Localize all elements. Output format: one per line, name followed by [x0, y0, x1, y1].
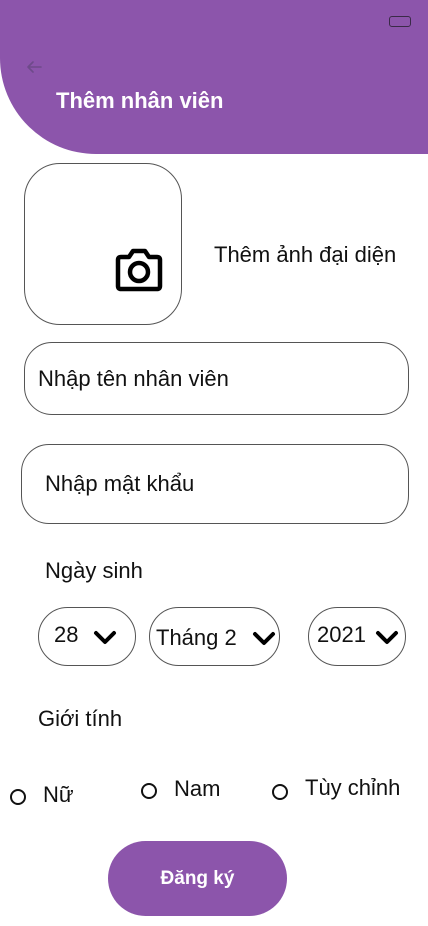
gender-option-custom[interactable]: Tùy chỉnh — [305, 775, 400, 801]
page-title: Thêm nhân viên — [56, 88, 224, 113]
month-select[interactable]: Tháng 2 — [149, 607, 280, 666]
dob-label: Ngày sinh — [45, 558, 143, 583]
password-input[interactable] — [45, 471, 408, 497]
back-button[interactable] — [24, 58, 44, 76]
gender-radio-custom[interactable] — [272, 784, 288, 800]
employee-name-field[interactable] — [24, 342, 409, 415]
year-value: 2021 — [317, 622, 366, 647]
avatar-label: Thêm ảnh đại diện — [214, 242, 397, 267]
avatar-upload[interactable] — [24, 163, 182, 325]
register-button[interactable]: Đăng ký — [108, 841, 287, 916]
day-select[interactable]: 28 — [38, 607, 136, 666]
gender-label: Giới tính — [38, 706, 123, 731]
gender-radio-female[interactable] — [10, 789, 26, 805]
camera-icon — [115, 248, 163, 292]
chevron-down-icon — [376, 631, 398, 644]
day-value: 28 — [54, 622, 79, 647]
header: Thêm nhân viên — [0, 0, 428, 154]
gender-radio-male[interactable] — [141, 783, 157, 799]
year-select[interactable]: 2021 — [308, 607, 406, 666]
gender-option-male[interactable]: Nam — [174, 776, 220, 802]
month-value: Tháng 2 — [156, 625, 237, 650]
status-indicator — [389, 16, 411, 27]
gender-option-female[interactable]: Nữ — [43, 782, 74, 808]
arrow-left-icon — [27, 61, 42, 73]
chevron-down-icon — [253, 632, 275, 645]
password-field[interactable] — [21, 444, 409, 524]
chevron-down-icon — [94, 631, 116, 644]
employee-name-input[interactable] — [38, 365, 408, 392]
